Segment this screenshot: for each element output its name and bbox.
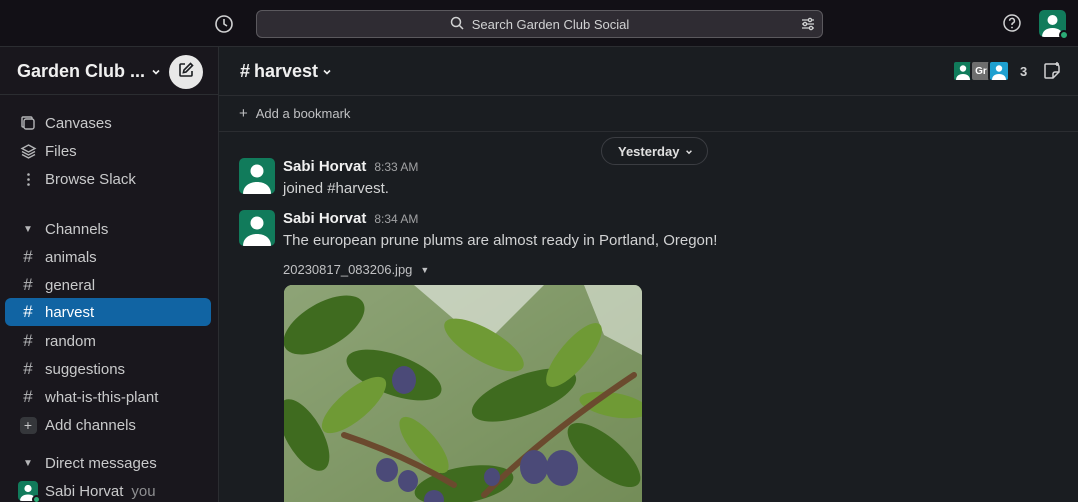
hash-icon: # bbox=[23, 331, 33, 350]
add-bookmark-label: Add a bookmark bbox=[255, 106, 351, 121]
sidebar-item-files[interactable]: Files bbox=[5, 137, 211, 165]
section-title: Direct messages bbox=[45, 454, 157, 472]
add-bookmark-button[interactable]: + Add a bookmark bbox=[219, 96, 1078, 132]
sidebar-item-label: Browse Slack bbox=[45, 170, 136, 188]
channel-title-button[interactable]: # harvest bbox=[240, 61, 332, 82]
plus-icon: + bbox=[16, 416, 40, 434]
chevron-down-icon bbox=[151, 61, 161, 82]
canvas-icon bbox=[16, 115, 40, 132]
channel-header: # harvest Gr 3 bbox=[219, 47, 1078, 96]
more-vertical-icon bbox=[16, 171, 40, 188]
presence-indicator bbox=[32, 495, 41, 502]
add-channels-button[interactable]: + Add channels bbox=[5, 411, 211, 439]
compose-icon bbox=[177, 61, 195, 83]
help-icon[interactable] bbox=[1002, 13, 1024, 35]
user-avatar[interactable] bbox=[1039, 10, 1069, 40]
plus-icon: + bbox=[239, 105, 248, 122]
hash-icon: # bbox=[23, 302, 33, 321]
hash-icon: # bbox=[23, 359, 33, 378]
sidebar-channel-harvest[interactable]: # harvest bbox=[5, 298, 211, 326]
caret-down-icon: ▼ bbox=[420, 264, 430, 275]
sidebar-channel-random[interactable]: # random bbox=[5, 327, 211, 355]
message-text: The european prune plums are almost read… bbox=[283, 232, 718, 249]
sidebar-channel-general[interactable]: # general bbox=[5, 271, 211, 299]
channels-section-header[interactable]: ▼ Channels bbox=[5, 215, 211, 243]
channel-name: harvest bbox=[254, 61, 319, 81]
presence-indicator bbox=[1059, 30, 1069, 40]
sidebar-item-canvases[interactable]: Canvases bbox=[5, 109, 211, 137]
dm-avatar bbox=[16, 481, 41, 502]
layers-icon bbox=[16, 143, 40, 160]
search-placeholder: Search Garden Club Social bbox=[471, 16, 630, 32]
search-bar[interactable]: Search Garden Club Social bbox=[256, 10, 823, 38]
attachment-filename[interactable]: 20230817_083206.jpg ▼ bbox=[283, 262, 429, 277]
chevron-down-icon bbox=[685, 144, 693, 159]
message-avatar[interactable] bbox=[239, 158, 275, 194]
dms-section-header[interactable]: ▼ Direct messages bbox=[5, 449, 211, 477]
filter-sliders-icon[interactable] bbox=[800, 16, 816, 32]
caret-down-icon: ▼ bbox=[23, 457, 33, 469]
workspace-header: Garden Club ... bbox=[0, 47, 218, 95]
message-avatar[interactable] bbox=[239, 210, 275, 246]
date-label: Yesterday bbox=[618, 143, 680, 159]
hash-icon: # bbox=[23, 275, 33, 294]
search-icon bbox=[450, 16, 464, 33]
top-bar: Search Garden Club Social bbox=[0, 0, 1078, 47]
dm-user-label: Sabi Horvat bbox=[45, 482, 124, 500]
history-icon[interactable] bbox=[212, 12, 236, 36]
sidebar-dm-self[interactable]: Sabi Horvat you bbox=[5, 477, 211, 502]
attachment-image[interactable] bbox=[284, 285, 642, 502]
hash-icon: # bbox=[23, 247, 33, 266]
chevron-down-icon bbox=[322, 61, 332, 82]
message-timestamp[interactable]: 8:34 AM bbox=[374, 212, 418, 226]
file-name-label: 20230817_083206.jpg bbox=[283, 262, 413, 277]
channel-label: animals bbox=[45, 248, 97, 266]
sidebar-channel-animals[interactable]: # animals bbox=[5, 243, 211, 271]
channel-label: random bbox=[45, 332, 96, 350]
sidebar-item-browse[interactable]: Browse Slack bbox=[5, 165, 211, 193]
channel-label: general bbox=[45, 276, 96, 294]
workspace-switcher[interactable]: Garden Club ... bbox=[17, 61, 161, 82]
message: Sabi Horvat 8:33 AM joined #harvest. bbox=[239, 158, 1059, 198]
message-author[interactable]: Sabi Horvat bbox=[283, 158, 366, 175]
member-avatar bbox=[988, 60, 1010, 82]
message-author[interactable]: Sabi Horvat bbox=[283, 210, 366, 227]
channel-view: # harvest Gr 3 + Add a bookmark Yesterda… bbox=[219, 47, 1078, 502]
sidebar-item-label: Files bbox=[45, 142, 77, 160]
canvas-note-icon[interactable] bbox=[1042, 61, 1062, 81]
channel-label: harvest bbox=[45, 303, 95, 321]
compose-button[interactable] bbox=[169, 55, 203, 89]
sidebar-channel-what-is-this-plant[interactable]: # what-is-this-plant bbox=[5, 383, 211, 411]
message: Sabi Horvat 8:34 AM The european prune p… bbox=[239, 210, 1059, 502]
caret-down-icon: ▼ bbox=[23, 223, 33, 235]
message-text: joined #harvest. bbox=[283, 180, 389, 197]
sidebar-item-label: Canvases bbox=[45, 114, 112, 132]
section-title: Channels bbox=[45, 220, 109, 238]
sidebar: Garden Club ... Canvases Files Browse Sl… bbox=[0, 47, 219, 502]
workspace-name: Garden Club ... bbox=[17, 61, 146, 81]
hash-icon: # bbox=[240, 61, 251, 81]
channel-label: what-is-this-plant bbox=[45, 388, 159, 406]
member-count: 3 bbox=[1020, 63, 1028, 79]
message-timestamp[interactable]: 8:33 AM bbox=[374, 160, 418, 174]
add-channels-label: Add channels bbox=[45, 416, 136, 434]
dm-you-label: you bbox=[131, 482, 156, 500]
hash-icon: # bbox=[23, 387, 33, 406]
sidebar-channel-suggestions[interactable]: # suggestions bbox=[5, 355, 211, 383]
members-button[interactable]: Gr 3 bbox=[952, 60, 1027, 82]
channel-label: suggestions bbox=[45, 360, 126, 378]
